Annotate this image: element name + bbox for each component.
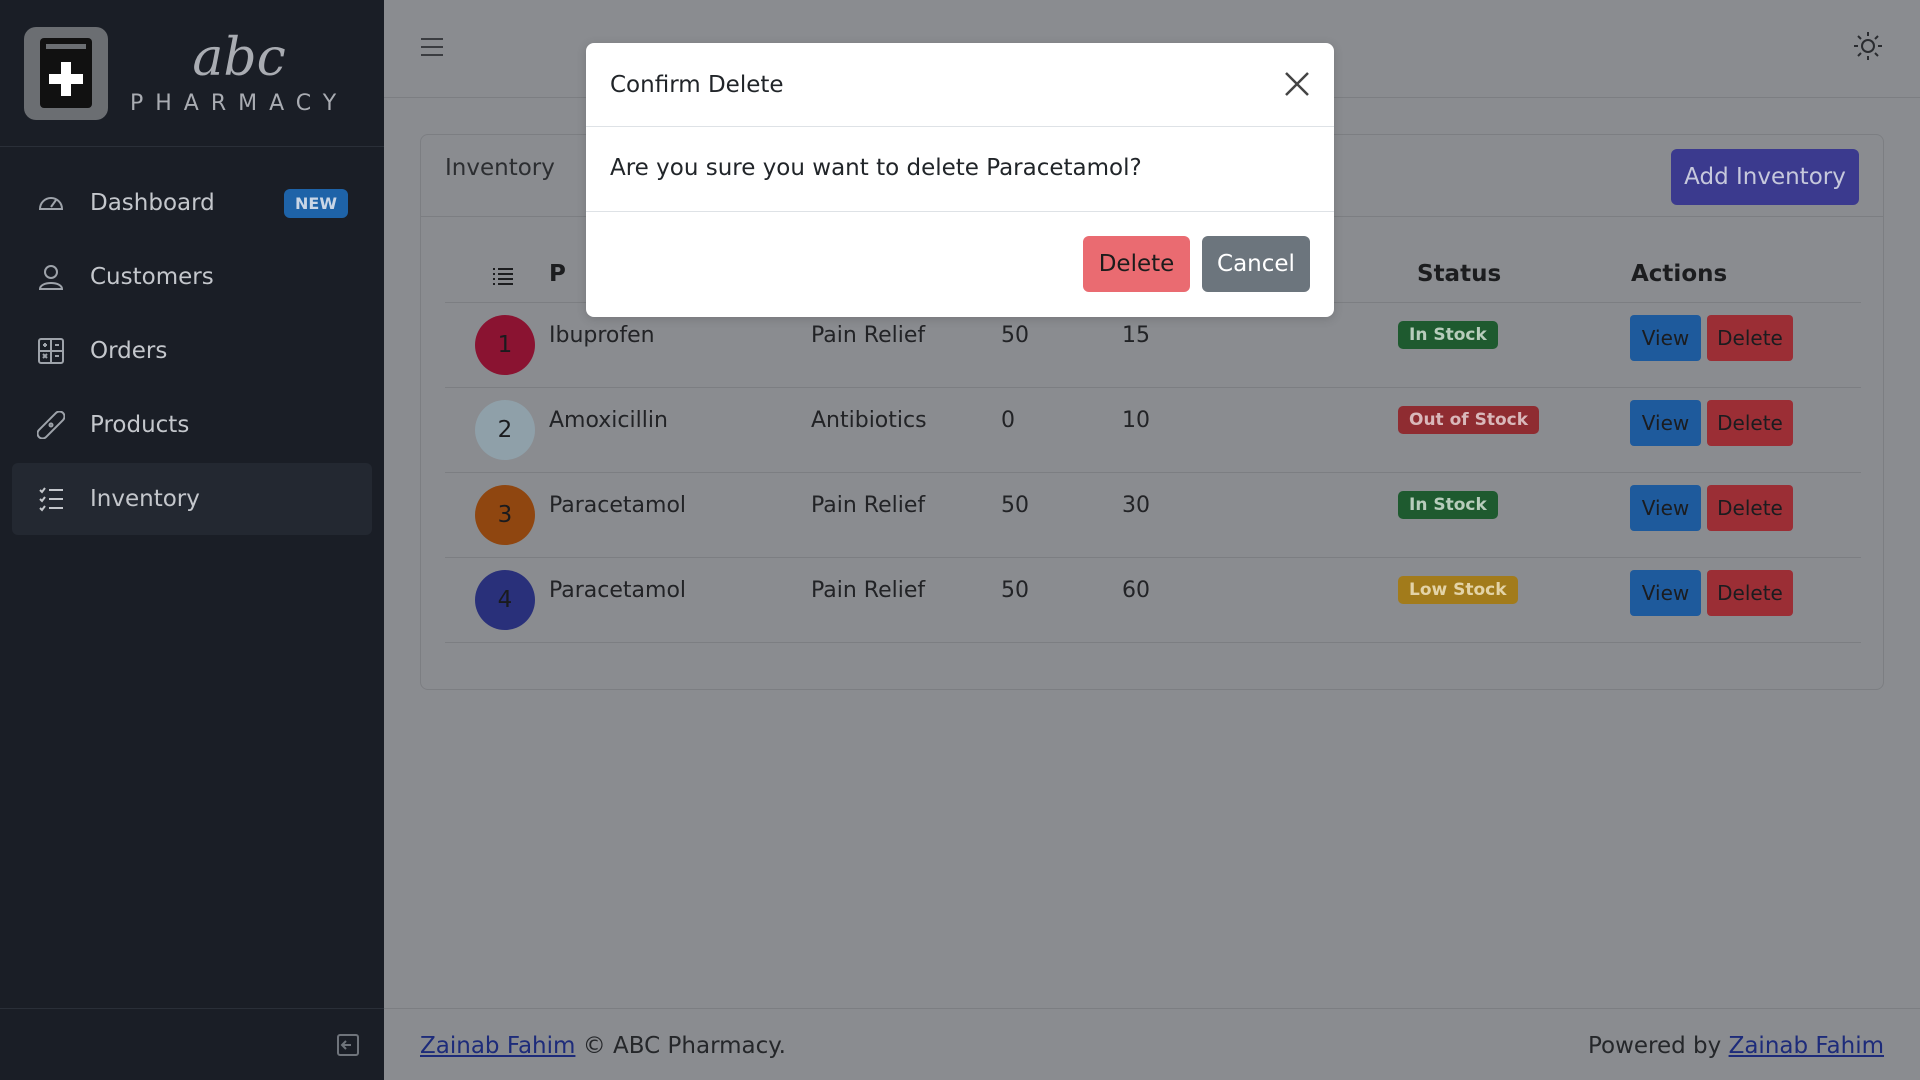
delete-button[interactable]: Delete: [1707, 570, 1793, 616]
speedometer-icon: [36, 188, 66, 218]
footer-copyright: Zainab Fahim © ABC Pharmacy.: [420, 1033, 786, 1059]
calculator-icon: [36, 336, 66, 366]
sidebar-footer: [0, 1008, 384, 1080]
sidebar-item-label: Inventory: [90, 486, 200, 512]
brand-name: abc: [192, 27, 286, 88]
sidebar-item-products[interactable]: Products: [12, 389, 372, 461]
author-link[interactable]: Zainab Fahim: [420, 1033, 575, 1059]
value-cell: 30: [1122, 493, 1150, 518]
sidebar-nav: Dashboard NEW Customers Orders Products: [0, 147, 384, 557]
person-icon: [36, 262, 66, 292]
page-footer: Zainab Fahim © ABC Pharmacy. Powered by …: [384, 1008, 1920, 1080]
value-cell: 10: [1122, 408, 1150, 433]
sidebar-item-label: Dashboard: [90, 190, 215, 216]
table-row: 3 Paracetamol Pain Relief 50 30 In Stock…: [445, 473, 1861, 558]
product-name: Paracetamol: [549, 578, 687, 603]
sidebar-item-dashboard[interactable]: Dashboard NEW: [12, 167, 372, 239]
row-number-avatar: 1: [475, 315, 535, 375]
powered-by-text: Powered by: [1587, 1033, 1722, 1059]
collapse-sidebar-icon[interactable]: [336, 1033, 360, 1057]
list-icon: [36, 484, 66, 514]
modal-title: Confirm Delete: [610, 72, 784, 98]
value-cell: 15: [1122, 323, 1150, 348]
sidebar-item-customers[interactable]: Customers: [12, 241, 372, 313]
view-button[interactable]: View: [1630, 485, 1701, 531]
delete-button[interactable]: Delete: [1707, 400, 1793, 446]
add-inventory-button[interactable]: Add Inventory: [1671, 149, 1859, 205]
product-name: Amoxicillin: [549, 408, 668, 433]
list-header-icon: [491, 265, 515, 295]
quantity: 50: [1001, 578, 1029, 603]
modal-body: Are you sure you want to delete Paraceta…: [586, 127, 1334, 212]
delete-button[interactable]: Delete: [1707, 485, 1793, 531]
sidebar-item-label: Orders: [90, 338, 168, 364]
modal-header: Confirm Delete: [586, 43, 1334, 127]
sidebar-item-orders[interactable]: Orders: [12, 315, 372, 387]
status-badge: In Stock: [1398, 321, 1498, 349]
hamburger-menu-icon[interactable]: [420, 36, 444, 58]
status-badge: Low Stock: [1398, 576, 1518, 604]
category: Pain Relief: [811, 493, 926, 518]
confirm-delete-button[interactable]: Delete: [1083, 236, 1190, 292]
status-badge: Out of Stock: [1398, 406, 1540, 434]
brand-subtitle: PHARMACY: [130, 90, 349, 116]
sidebar-item-inventory[interactable]: Inventory: [12, 463, 372, 535]
row-number-avatar: 3: [475, 485, 535, 545]
pharmacy-logo-icon: [24, 26, 108, 120]
view-button[interactable]: View: [1630, 570, 1701, 616]
footer-powered: Powered by Zainab Fahim: [1588, 1033, 1884, 1059]
quantity: 50: [1001, 493, 1029, 518]
column-header-status[interactable]: Status: [1417, 261, 1501, 287]
quantity: 50: [1001, 323, 1029, 348]
table-row: 2 Amoxicillin Antibiotics 0 10 Out of St…: [445, 388, 1861, 473]
value-cell: 60: [1122, 578, 1150, 603]
category: Antibiotics: [811, 408, 927, 433]
product-name: Ibuprofen: [549, 323, 655, 348]
close-icon[interactable]: [1282, 69, 1312, 99]
row-number-avatar: 4: [475, 570, 535, 630]
column-header-product[interactable]: P: [549, 261, 566, 287]
row-number-avatar: 2: [475, 400, 535, 460]
category: Pain Relief: [811, 578, 926, 603]
powered-author-link[interactable]: Zainab Fahim: [1729, 1033, 1884, 1059]
sidebar-item-label: Customers: [90, 264, 214, 290]
view-button[interactable]: View: [1630, 315, 1701, 361]
sidebar: abc PHARMACY Dashboard NEW Customers Ord…: [0, 0, 384, 1080]
card-title: Inventory: [445, 155, 555, 181]
view-button[interactable]: View: [1630, 400, 1701, 446]
status-badge: In Stock: [1398, 491, 1498, 519]
theme-toggle-sun-icon[interactable]: [1852, 30, 1884, 62]
column-header-actions: Actions: [1631, 261, 1728, 287]
quantity: 0: [1001, 408, 1015, 433]
copyright-text: © ABC Pharmacy.: [582, 1033, 786, 1059]
brand[interactable]: abc PHARMACY: [0, 0, 384, 147]
product-name: Paracetamol: [549, 493, 687, 518]
bandage-icon: [36, 410, 66, 440]
cancel-button[interactable]: Cancel: [1202, 236, 1310, 292]
table-row: 4 Paracetamol Pain Relief 50 60 Low Stoc…: [445, 558, 1861, 643]
sidebar-item-label: Products: [90, 412, 190, 438]
delete-button[interactable]: Delete: [1707, 315, 1793, 361]
category: Pain Relief: [811, 323, 926, 348]
modal-footer: Delete Cancel: [586, 212, 1334, 316]
confirm-delete-modal: Confirm Delete Are you sure you want to …: [586, 43, 1334, 317]
modal-message: Are you sure you want to delete Paraceta…: [610, 155, 1142, 181]
new-badge: NEW: [284, 188, 348, 218]
